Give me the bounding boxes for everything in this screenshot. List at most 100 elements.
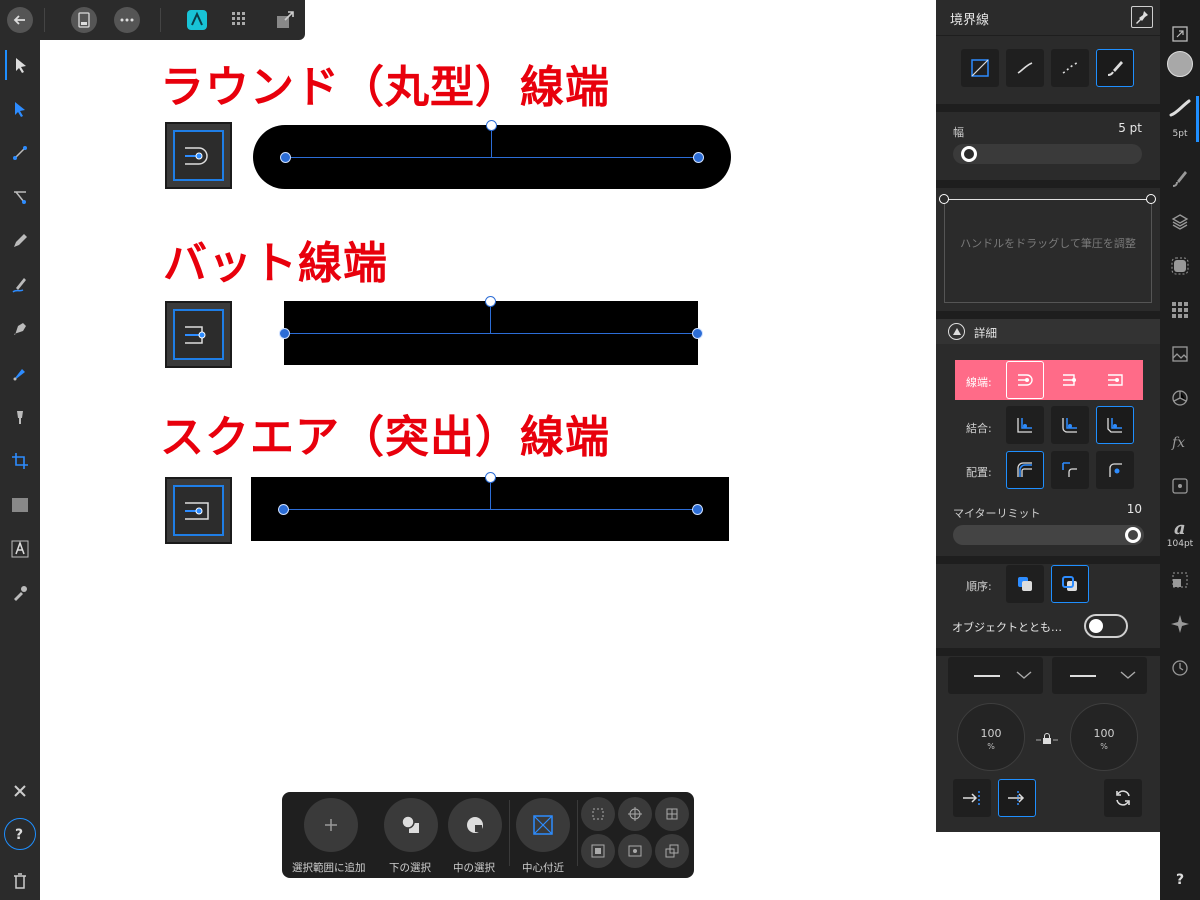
near-center-button[interactable] — [516, 798, 570, 852]
stroke-behind-fill-button[interactable] — [1006, 565, 1044, 603]
align-outside-button[interactable] — [1096, 451, 1134, 489]
close-icon[interactable] — [5, 776, 35, 806]
pen-tool-icon[interactable] — [5, 314, 35, 344]
pressure-hint: ハンドルをドラッグして筆圧を調整 — [960, 237, 1136, 250]
snap-objects-icon[interactable] — [655, 834, 689, 868]
assets-studio-icon[interactable] — [1166, 340, 1194, 368]
more-icon[interactable] — [114, 7, 140, 33]
round-cap-start-node[interactable] — [280, 152, 291, 163]
designer-persona-icon[interactable] — [184, 7, 210, 33]
stroke-in-front-button[interactable] — [1051, 565, 1089, 603]
butt-cap-rotate-handle[interactable] — [485, 296, 496, 307]
color-picker-tool-icon[interactable] — [5, 578, 35, 608]
help-button[interactable]: ? — [1160, 872, 1200, 888]
end-arrowhead-scale-dial[interactable]: 100 % — [1070, 703, 1138, 771]
round-join-button[interactable] — [1051, 406, 1089, 444]
end-arrowhead-select[interactable] — [1052, 657, 1147, 694]
brush-style-button[interactable] — [1096, 49, 1134, 87]
width-slider-knob[interactable] — [961, 146, 977, 162]
scale-with-object-toggle[interactable] — [1084, 614, 1128, 638]
snap-bounds-icon[interactable] — [581, 834, 615, 868]
round-cap-rotate-handle[interactable] — [486, 120, 497, 131]
round-cap-path — [285, 157, 699, 158]
align-inside-button[interactable] — [1051, 451, 1089, 489]
color-studio-icon[interactable] — [1166, 50, 1194, 78]
square-cap-button[interactable] — [1096, 361, 1134, 399]
solid-line-style-button[interactable] — [1006, 49, 1044, 87]
navigator-studio-icon[interactable] — [1166, 610, 1194, 638]
start-arrowhead-scale-dial[interactable]: 100 % — [957, 703, 1025, 771]
butt-cap-swatch — [165, 301, 232, 368]
select-below-button[interactable] — [384, 798, 438, 852]
arrowhead-inside-button[interactable] — [998, 779, 1036, 817]
details-header[interactable] — [936, 319, 1160, 344]
corner-tool-icon[interactable] — [5, 138, 35, 168]
snapping-studio-icon[interactable] — [1166, 472, 1194, 500]
swap-arrowheads-button[interactable] — [1104, 779, 1142, 817]
add-to-selection-label: 選択範囲に追加 — [292, 862, 366, 874]
fx-studio-icon[interactable]: fx — [1166, 428, 1194, 456]
select-inside-button[interactable] — [448, 798, 502, 852]
move-tool-icon[interactable] — [5, 50, 35, 80]
square-cap-end-node[interactable] — [692, 504, 703, 515]
dashed-line-style-button[interactable] — [1051, 49, 1089, 87]
node-tool-icon[interactable] — [5, 94, 35, 124]
text-studio-icon[interactable]: a — [1166, 514, 1194, 542]
square-cap-rotate-handle[interactable] — [485, 472, 496, 483]
square-cap-start-node[interactable] — [278, 504, 289, 515]
butt-cap-button[interactable] — [1051, 361, 1089, 399]
width-slider[interactable] — [953, 144, 1142, 164]
align-center-button[interactable] — [1006, 451, 1044, 489]
bevel-join-button[interactable] — [1096, 406, 1134, 444]
appearance-studio-icon[interactable] — [1166, 384, 1194, 412]
start-arrowhead-select[interactable] — [948, 657, 1043, 694]
end-scale-unit: % — [1100, 742, 1108, 751]
round-cap-end-node[interactable] — [693, 152, 704, 163]
miter-join-button[interactable] — [1006, 406, 1044, 444]
document-icon[interactable] — [71, 7, 97, 33]
no-stroke-style-button[interactable] — [961, 49, 999, 87]
back-icon[interactable] — [7, 7, 33, 33]
snap-visible-icon[interactable] — [618, 834, 652, 868]
lock-icon[interactable] — [1036, 731, 1058, 745]
start-scale-value: 100 — [980, 727, 1002, 740]
pin-icon[interactable] — [1131, 6, 1153, 28]
snap-selection-icon[interactable] — [581, 797, 615, 831]
expand-icon[interactable] — [1166, 20, 1194, 48]
text-tool-icon[interactable] — [5, 534, 35, 564]
miter-limit-knob[interactable] — [1125, 527, 1141, 543]
snap-center-icon[interactable] — [618, 797, 652, 831]
round-cap-button[interactable] — [1006, 361, 1044, 399]
rectangle-tool-icon[interactable] — [5, 490, 35, 520]
order-label: 順序: — [966, 580, 992, 593]
trash-icon[interactable] — [5, 866, 35, 896]
fill-tool-icon[interactable] — [5, 358, 35, 388]
point-transform-tool-icon[interactable] — [5, 182, 35, 212]
brushes-studio-icon[interactable] — [1166, 164, 1194, 192]
butt-cap-start-node[interactable] — [279, 328, 290, 339]
vector-brush-tool-icon[interactable] — [5, 270, 35, 300]
crop-tool-icon[interactable] — [5, 446, 35, 476]
arrowhead-outside-button[interactable] — [953, 779, 991, 817]
butt-cap-end-node[interactable] — [692, 328, 703, 339]
miter-limit-slider[interactable] — [953, 525, 1144, 545]
collapse-icon[interactable] — [948, 323, 965, 340]
transform-studio-icon[interactable] — [1166, 566, 1194, 594]
align-label: 配置: — [966, 466, 992, 479]
history-studio-icon[interactable] — [1166, 654, 1194, 682]
stroke-panel-title: 境界線 — [950, 13, 990, 28]
transparency-tool-icon[interactable] — [5, 402, 35, 432]
export-persona-icon[interactable] — [272, 7, 298, 33]
help-icon[interactable]: ? — [4, 818, 36, 850]
add-to-selection-button[interactable] — [304, 798, 358, 852]
pixel-persona-icon[interactable] — [227, 7, 253, 33]
swatches-studio-icon[interactable] — [1166, 296, 1194, 324]
effects-studio-icon[interactable] — [1166, 252, 1194, 280]
near-center-label: 中心付近 — [522, 862, 564, 874]
pressure-end-handle[interactable] — [1146, 194, 1156, 204]
stroke-studio-icon[interactable] — [1166, 94, 1194, 122]
layers-studio-icon[interactable] — [1166, 208, 1194, 236]
pencil-tool-icon[interactable] — [5, 226, 35, 256]
snap-grid-icon[interactable] — [655, 797, 689, 831]
pressure-start-handle[interactable] — [939, 194, 949, 204]
